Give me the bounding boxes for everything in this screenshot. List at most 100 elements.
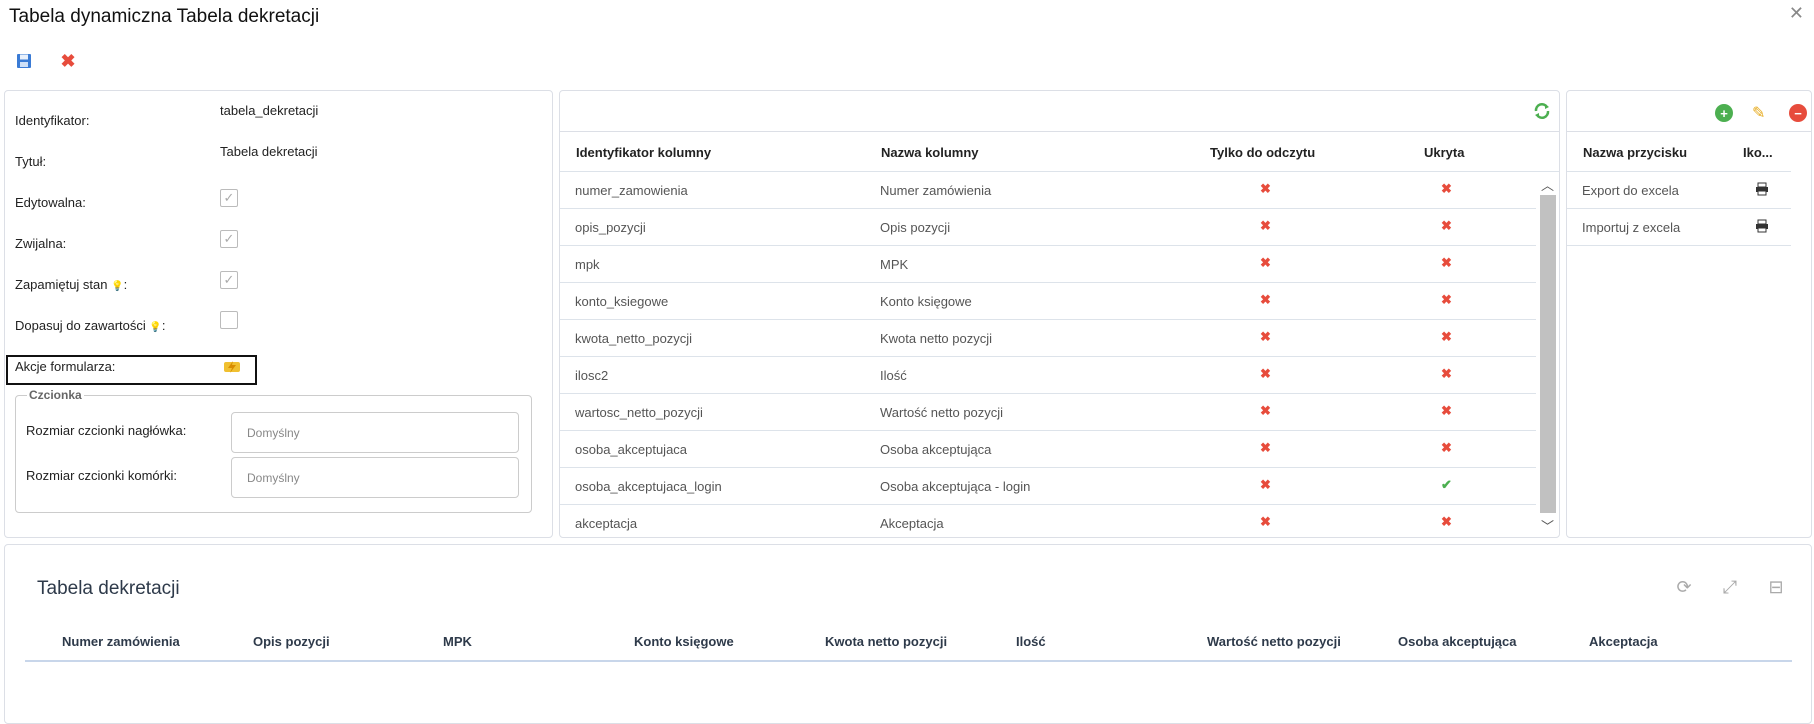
- table-row[interactable]: numer_zamowienia Numer zamówienia ✖ ✖: [560, 172, 1536, 209]
- table-row[interactable]: konto_ksiegowe Konto księgowe ✖ ✖: [560, 283, 1536, 320]
- column-name-cell: Opis pozycji: [880, 220, 951, 235]
- x-icon: ✖: [1441, 514, 1452, 529]
- lightning-icon[interactable]: [224, 359, 240, 375]
- zwijalna-label: Zwijalna:: [15, 236, 67, 251]
- column-name-cell: Konto księgowe: [880, 294, 972, 309]
- preview-column-header[interactable]: Numer zamówienia: [62, 634, 180, 649]
- x-icon: ✖: [1441, 292, 1452, 307]
- col-header-ukryta[interactable]: Ukryta: [1424, 145, 1464, 160]
- table-row[interactable]: ilosc2 Ilość ✖ ✖: [560, 357, 1536, 394]
- scrollbar-thumb[interactable]: [1540, 195, 1556, 513]
- btn-header-nazwa[interactable]: Nazwa przycisku: [1583, 145, 1687, 160]
- preview-column-header[interactable]: Konto księgowe: [634, 634, 734, 649]
- table-row[interactable]: kwota_netto_pozycji Kwota netto pozycji ✖ ✖: [560, 320, 1536, 357]
- column-id-cell: numer_zamowienia: [575, 183, 688, 198]
- lightbulb-icon[interactable]: 💡: [111, 281, 123, 292]
- table-row[interactable]: osoba_akceptujaca_login Osoba akceptująca…: [560, 468, 1536, 505]
- chevron-down-icon[interactable]: ﹀: [1541, 516, 1554, 535]
- table-row[interactable]: osoba_akceptujaca Osoba akceptująca ✖ ✖: [560, 431, 1536, 468]
- x-icon: ✖: [1260, 329, 1271, 344]
- lightbulb-icon[interactable]: 💡: [149, 322, 161, 333]
- dopasuj-label: Dopasuj do zawartości 💡:: [15, 318, 166, 333]
- column-name-cell: Akceptacja: [880, 516, 944, 531]
- preview-column-header[interactable]: Ilość: [1016, 634, 1046, 649]
- x-icon: ✖: [1260, 403, 1271, 418]
- edytowalna-checkbox[interactable]: ✓: [220, 189, 238, 207]
- x-icon: ✖: [1260, 292, 1271, 307]
- add-icon[interactable]: +: [1715, 104, 1733, 122]
- vertical-scrollbar[interactable]: ︿ ﹀: [1538, 175, 1558, 535]
- preview-column-header[interactable]: Osoba akceptująca: [1398, 634, 1517, 649]
- preview-column-header[interactable]: Wartość netto pozycji: [1207, 634, 1341, 649]
- komorka-font-input[interactable]: [231, 457, 519, 498]
- zwijalna-checkbox[interactable]: ✓: [220, 230, 238, 248]
- table-row[interactable]: wartosc_netto_pozycji Wartość netto pozyc…: [560, 394, 1536, 431]
- pencil-icon[interactable]: ✎: [1752, 103, 1765, 123]
- preview-column-header[interactable]: Kwota netto pozycji: [825, 634, 947, 649]
- save-icon: [17, 54, 31, 68]
- column-name-cell: Osoba akceptująca: [880, 442, 992, 457]
- check-icon: ✔: [1441, 477, 1452, 492]
- printer-icon: [1755, 182, 1769, 201]
- column-id-cell: opis_pozycji: [575, 220, 646, 235]
- table-row[interactable]: mpk MPK ✖ ✖: [560, 246, 1536, 283]
- table-row[interactable]: opis_pozycji Opis pozycji ✖ ✖: [560, 209, 1536, 246]
- colon: :: [123, 277, 128, 292]
- col-header-identyfikator[interactable]: Identyfikator kolumny: [576, 145, 711, 160]
- button-name-cell: Importuj z excela: [1582, 220, 1681, 235]
- naglowek-font-label: Rozmiar czcionki nagłówka:: [26, 423, 187, 438]
- table-row[interactable]: Export do excela: [1567, 172, 1791, 209]
- refresh-icon[interactable]: ⟳: [1672, 575, 1696, 599]
- column-id-cell: mpk: [575, 257, 600, 272]
- expand-icon[interactable]: ⤢: [1718, 575, 1742, 599]
- x-icon: ✖: [1260, 181, 1271, 196]
- preview-column-header[interactable]: Opis pozycji: [253, 634, 330, 649]
- col-header-readonly[interactable]: Tylko do odczytu: [1210, 145, 1315, 160]
- czcionka-fieldset: Czcionka Rozmiar czcionki nagłówka: Rozm…: [15, 388, 532, 513]
- column-name-cell: Osoba akceptująca - login: [880, 479, 1031, 494]
- tytul-label: Tytuł:: [15, 154, 47, 169]
- column-id-cell: osoba_akceptujaca_login: [575, 479, 722, 494]
- preview-column-header[interactable]: Akceptacja: [1589, 634, 1658, 649]
- identyfikator-value: tabela_dekretacji: [220, 103, 319, 118]
- zapamietuj-text: Zapamiętuj stan: [15, 277, 108, 292]
- column-name-cell: Numer zamówienia: [880, 183, 992, 198]
- komorka-font-label: Rozmiar czcionki komórki:: [26, 468, 177, 483]
- cancel-button[interactable]: ✖: [57, 50, 79, 72]
- column-id-cell: akceptacja: [575, 516, 638, 531]
- x-icon: ✖: [1441, 255, 1452, 270]
- save-button[interactable]: [13, 50, 35, 72]
- x-icon: ✖: [1260, 366, 1271, 381]
- column-id-cell: kwota_netto_pozycji: [575, 331, 693, 346]
- column-name-cell: Ilość: [880, 368, 907, 383]
- x-icon: ✖: [1441, 440, 1452, 455]
- column-id-cell: wartosc_netto_pozycji: [575, 405, 703, 420]
- preview-column-header[interactable]: MPK: [443, 634, 472, 649]
- x-icon: ✖: [1441, 218, 1452, 233]
- column-id-cell: osoba_akceptujaca: [575, 442, 688, 457]
- collapse-icon[interactable]: ⊟: [1764, 575, 1788, 599]
- zapamietuj-label: Zapamiętuj stan 💡:: [15, 277, 127, 292]
- remove-icon[interactable]: −: [1789, 104, 1807, 122]
- column-name-cell: Kwota netto pozycji: [880, 331, 993, 346]
- dopasuj-checkbox[interactable]: [220, 311, 238, 329]
- column-id-cell: konto_ksiegowe: [575, 294, 669, 309]
- table-row[interactable]: Importuj z excela: [1567, 209, 1791, 246]
- table-row[interactable]: akceptacja Akceptacja ✖ ✖: [560, 505, 1536, 537]
- colon: :: [161, 318, 166, 333]
- refresh-icon[interactable]: [1533, 102, 1551, 120]
- naglowek-font-input[interactable]: [231, 412, 519, 453]
- column-name-cell: MPK: [880, 257, 909, 272]
- chevron-up-icon[interactable]: ︿: [1541, 175, 1554, 194]
- edytowalna-label: Edytowalna:: [15, 195, 86, 210]
- dopasuj-text: Dopasuj do zawartości: [15, 318, 146, 333]
- button-name-cell: Export do excela: [1582, 183, 1679, 198]
- btn-header-ikona[interactable]: Iko...: [1743, 145, 1773, 160]
- zapamietuj-checkbox[interactable]: ✓: [220, 271, 238, 289]
- col-header-nazwa[interactable]: Nazwa kolumny: [881, 145, 979, 160]
- x-icon: ✖: [1260, 514, 1271, 529]
- window-title: Tabela dynamiczna Tabela dekretacji: [9, 6, 320, 27]
- close-icon[interactable]: ✕: [1789, 3, 1804, 24]
- tytul-value: Tabela dekretacji: [220, 144, 318, 159]
- column-id-cell: ilosc2: [575, 368, 609, 383]
